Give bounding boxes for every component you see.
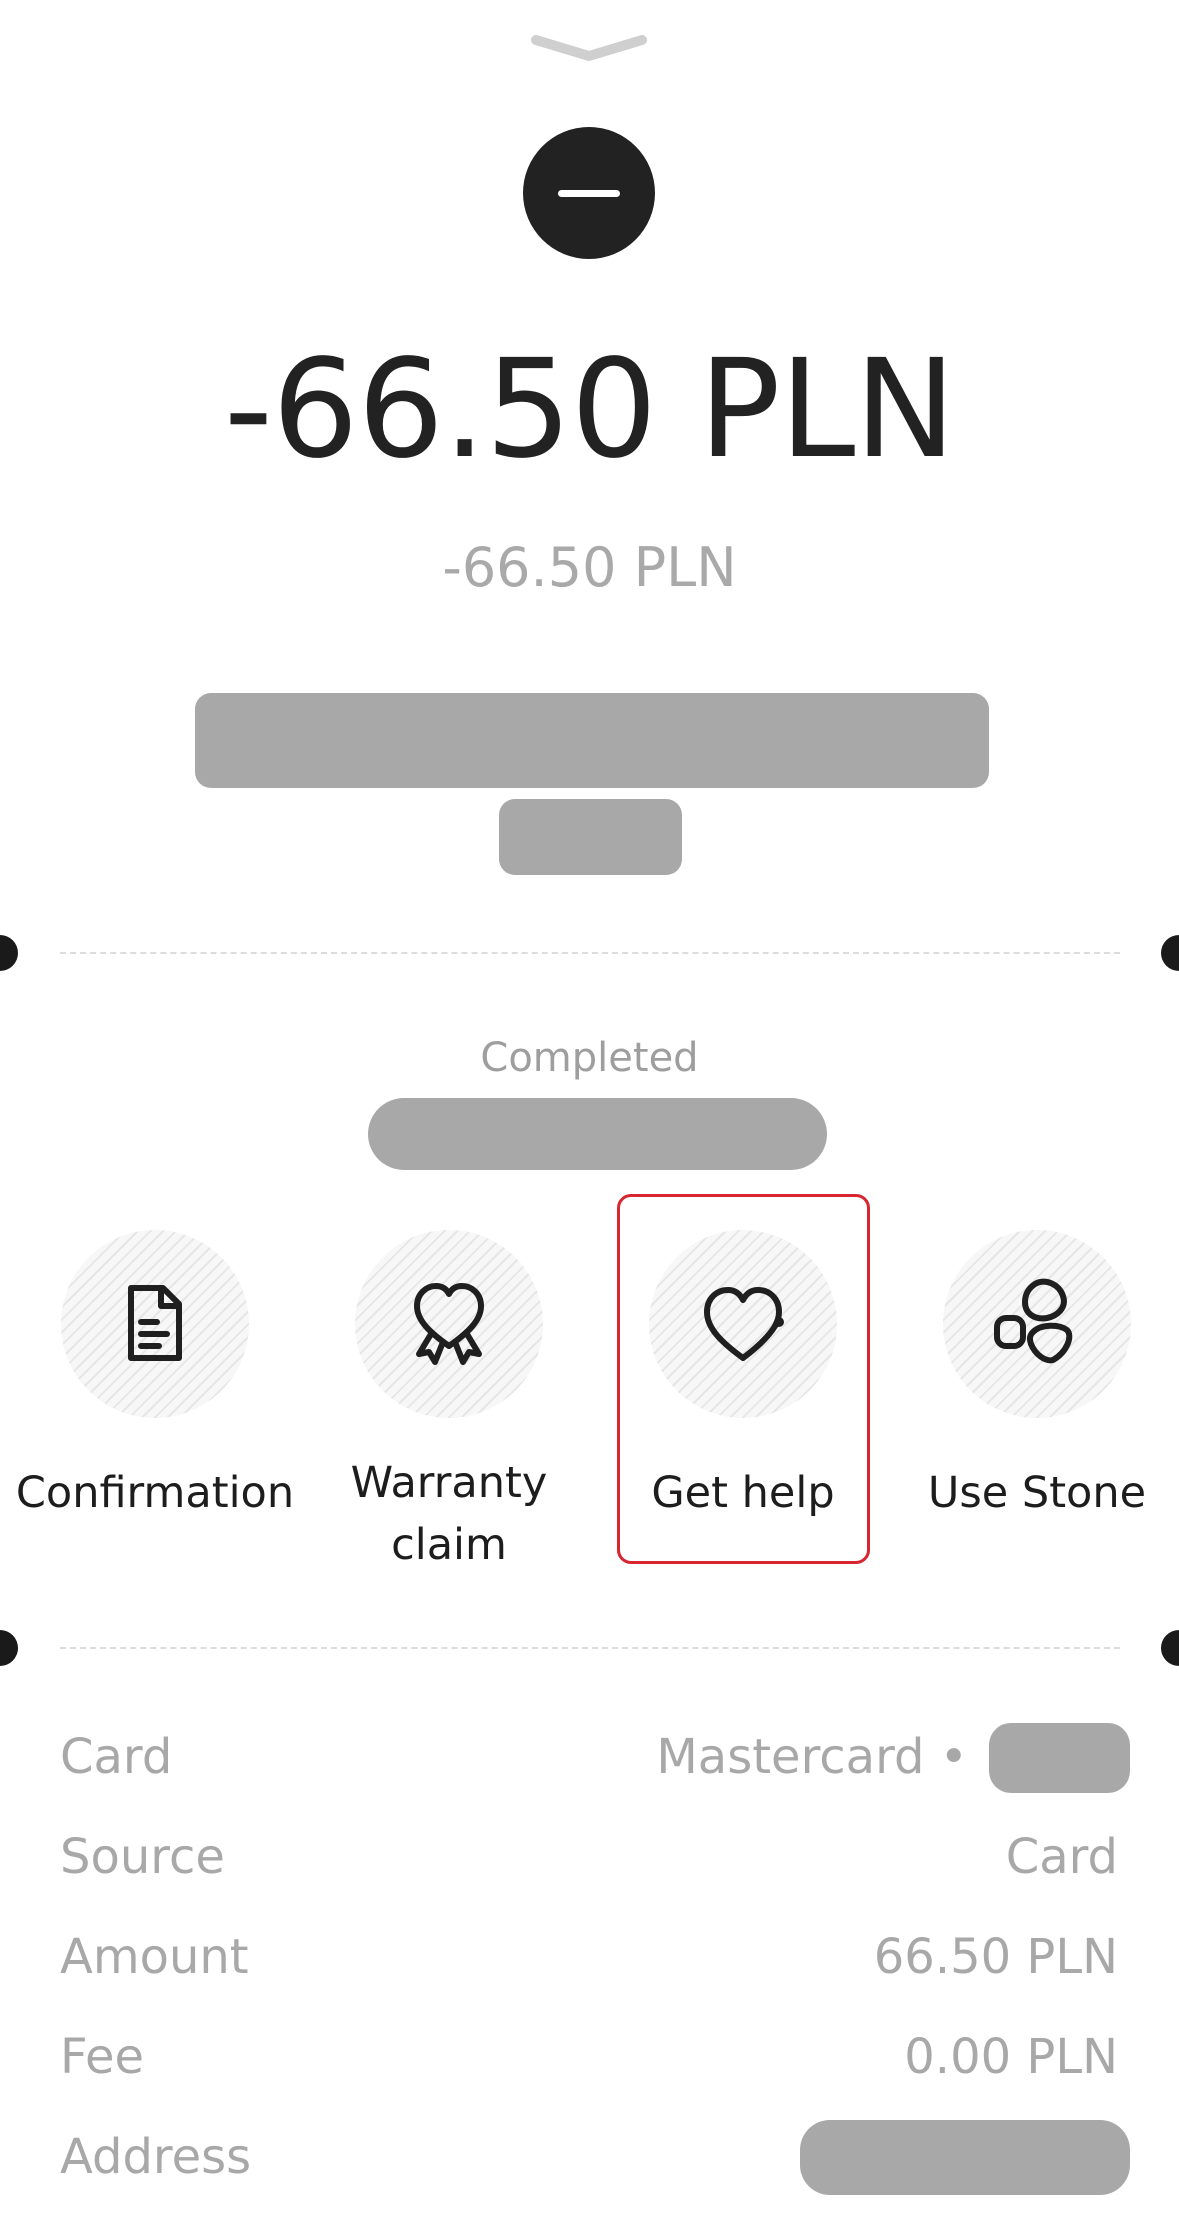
detail-label: Fee <box>60 2029 145 2085</box>
ticket-notch-left <box>0 1630 18 1666</box>
redacted-address <box>800 2120 1130 2195</box>
detail-row-fee: Fee 0.00 PLN <box>60 2022 1118 2092</box>
confirmation-icon-circle <box>61 1230 249 1418</box>
warranty-claim-label: Warranty claim <box>350 1458 548 1570</box>
divider <box>60 1647 1120 1649</box>
detail-value: Card <box>1005 1829 1118 1885</box>
ticket-notch-right <box>1161 935 1179 971</box>
ticket-notch-left <box>0 935 18 971</box>
transaction-amount-secondary: -66.50 PLN <box>442 536 737 599</box>
detail-row-source: Source Card <box>60 1822 1118 1892</box>
redacted-card-digits <box>989 1723 1130 1793</box>
status-label: Completed <box>480 1035 699 1081</box>
detail-label: Address <box>60 2129 252 2185</box>
warranty-claim-action[interactable]: Warranty claim <box>302 1230 596 1610</box>
confirmation-action[interactable]: Confirmation <box>8 1230 302 1610</box>
detail-value: 66.50 PLN <box>873 1929 1118 1985</box>
confirmation-label: Confirmation <box>15 1468 295 1518</box>
detail-value: Mastercard • <box>656 1729 968 1785</box>
divider <box>60 952 1120 954</box>
detail-label: Amount <box>60 1929 249 1985</box>
use-stone-icon-circle <box>943 1230 1131 1418</box>
warranty-icon-circle <box>355 1230 543 1418</box>
detail-label: Card <box>60 1729 173 1785</box>
ticket-notch-right <box>1161 1630 1179 1666</box>
minus-icon <box>523 127 655 259</box>
redacted-merchant-sub <box>499 799 682 875</box>
redacted-merchant-name <box>195 693 989 788</box>
document-icon <box>128 1285 182 1361</box>
redacted-date <box>368 1098 827 1170</box>
get-help-highlight <box>617 1194 870 1564</box>
use-stone-label: Use Stone <box>927 1468 1147 1518</box>
transaction-amount: -66.50 PLN <box>223 331 956 489</box>
drag-handle-icon[interactable] <box>530 30 648 66</box>
stones-icon <box>994 1278 1073 1364</box>
use-stone-action[interactable]: Use Stone <box>890 1230 1179 1610</box>
detail-row-card: Card Mastercard • <box>60 1722 1118 1792</box>
detail-row-amount: Amount 66.50 PLN <box>60 1922 1118 1992</box>
heart-ribbon-icon <box>414 1283 484 1365</box>
detail-value: 0.00 PLN <box>904 2029 1118 2085</box>
detail-label: Source <box>60 1829 225 1885</box>
